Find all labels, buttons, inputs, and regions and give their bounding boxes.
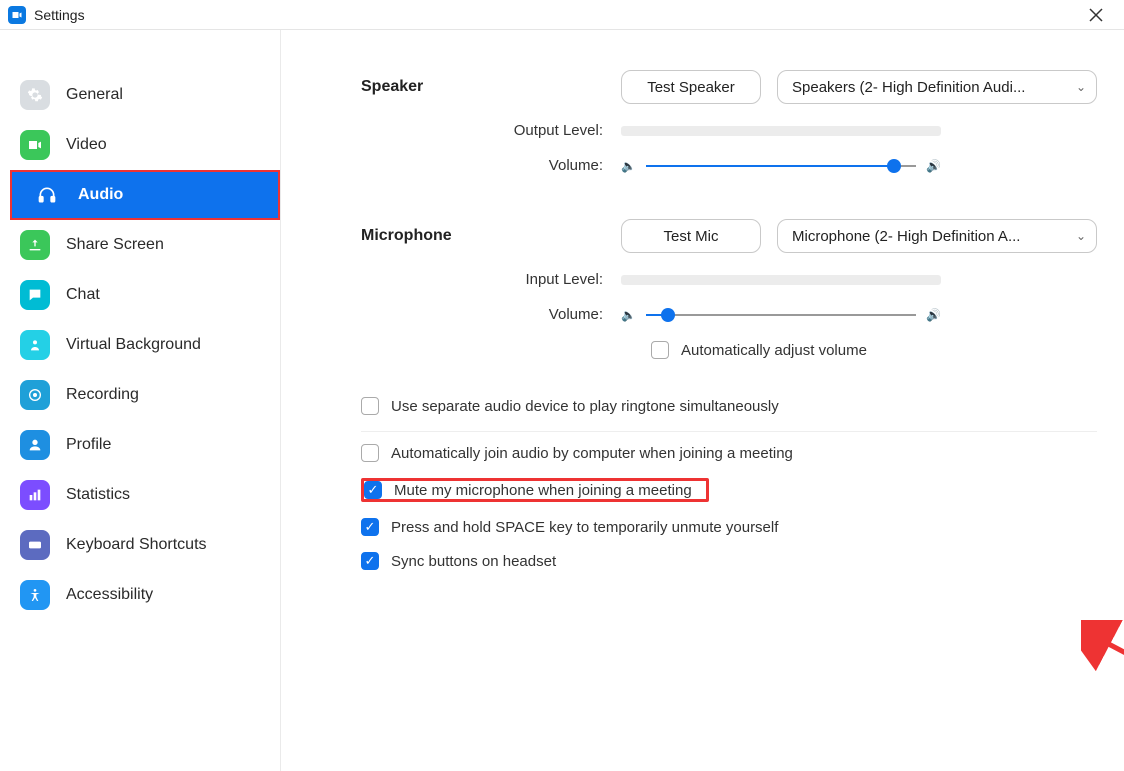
sidebar-item-video[interactable]: Video [0, 120, 280, 170]
test-mic-button[interactable]: Test Mic [621, 219, 761, 253]
sidebar-item-general[interactable]: General [0, 70, 280, 120]
input-level-label: Input Level: [361, 271, 621, 288]
window-title: Settings [34, 7, 85, 23]
volume-low-icon: 🔈 [621, 159, 636, 173]
sidebar-item-statistics[interactable]: Statistics [0, 470, 280, 520]
sidebar-item-label: Share Screen [66, 236, 164, 254]
titlebar: Settings [0, 0, 1124, 30]
auto-adjust-volume-label: Automatically adjust volume [681, 342, 867, 359]
volume-high-icon: 🔊 [926, 159, 941, 173]
headphones-icon [32, 180, 62, 210]
mic-volume-slider[interactable]: 🔈 🔊 [621, 308, 941, 322]
sidebar-item-label: Video [66, 136, 107, 154]
speaker-output-level [621, 126, 941, 136]
annotation-arrow [1081, 620, 1124, 750]
sidebar: General Video Audio Share Screen Chat [0, 30, 281, 771]
speaker-volume-label: Volume: [361, 157, 621, 174]
statistics-icon [20, 480, 50, 510]
sidebar-item-audio[interactable]: Audio [10, 170, 280, 220]
sidebar-item-label: Statistics [66, 486, 130, 504]
sidebar-item-share-screen[interactable]: Share Screen [0, 220, 280, 270]
volume-low-icon: 🔈 [621, 308, 636, 322]
microphone-device-select[interactable]: Microphone (2- High Definition A... ⌄ [777, 219, 1097, 253]
keyboard-icon [20, 530, 50, 560]
share-screen-icon [20, 230, 50, 260]
test-speaker-button[interactable]: Test Speaker [621, 70, 761, 104]
microphone-device-value: Microphone (2- High Definition A... [792, 228, 1020, 245]
speaker-volume-slider[interactable]: 🔈 🔊 [621, 159, 941, 173]
mute-on-join-label: Mute my microphone when joining a meetin… [394, 482, 692, 499]
sidebar-item-label: Recording [66, 386, 139, 404]
annotation-highlight: ✓ Mute my microphone when joining a meet… [361, 478, 709, 502]
chat-icon [20, 280, 50, 310]
sync-headset-checkbox[interactable]: ✓ [361, 552, 379, 570]
mic-volume-label: Volume: [361, 306, 621, 323]
microphone-heading: Microphone [361, 227, 621, 245]
speaker-device-value: Speakers (2- High Definition Audi... [792, 79, 1025, 96]
sidebar-item-label: Virtual Background [66, 336, 201, 354]
gear-icon [20, 80, 50, 110]
microphone-input-level [621, 275, 941, 285]
speaker-heading: Speaker [361, 78, 621, 96]
chevron-down-icon: ⌄ [1076, 80, 1086, 94]
volume-high-icon: 🔊 [926, 308, 941, 322]
space-unmute-label: Press and hold SPACE key to temporarily … [391, 519, 778, 536]
sidebar-item-label: Chat [66, 286, 100, 304]
video-icon [20, 130, 50, 160]
accessibility-icon [20, 580, 50, 610]
sidebar-item-recording[interactable]: Recording [0, 370, 280, 420]
sidebar-item-label: General [66, 86, 123, 104]
sidebar-item-profile[interactable]: Profile [0, 420, 280, 470]
recording-icon [20, 380, 50, 410]
separate-device-checkbox[interactable] [361, 397, 379, 415]
profile-icon [20, 430, 50, 460]
sidebar-item-chat[interactable]: Chat [0, 270, 280, 320]
mute-on-join-checkbox[interactable]: ✓ [364, 481, 382, 499]
virtual-background-icon [20, 330, 50, 360]
main-panel: Speaker Test Speaker Speakers (2- High D… [281, 30, 1124, 771]
auto-join-audio-label: Automatically join audio by computer whe… [391, 445, 793, 462]
auto-adjust-volume-checkbox[interactable] [651, 341, 669, 359]
auto-join-audio-checkbox[interactable] [361, 444, 379, 462]
separate-device-label: Use separate audio device to play ringto… [391, 398, 779, 415]
sync-headset-label: Sync buttons on headset [391, 553, 556, 570]
sidebar-item-label: Accessibility [66, 586, 153, 604]
sidebar-item-virtual-background[interactable]: Virtual Background [0, 320, 280, 370]
app-icon [8, 6, 26, 24]
sidebar-item-accessibility[interactable]: Accessibility [0, 570, 280, 620]
sidebar-item-label: Keyboard Shortcuts [66, 536, 207, 554]
sidebar-item-label: Profile [66, 436, 111, 454]
sidebar-item-keyboard-shortcuts[interactable]: Keyboard Shortcuts [0, 520, 280, 570]
chevron-down-icon: ⌄ [1076, 229, 1086, 243]
divider [361, 431, 1097, 432]
output-level-label: Output Level: [361, 122, 621, 139]
space-unmute-checkbox[interactable]: ✓ [361, 518, 379, 536]
sidebar-item-label: Audio [78, 186, 123, 204]
speaker-device-select[interactable]: Speakers (2- High Definition Audi... ⌄ [777, 70, 1097, 104]
close-button[interactable] [1076, 2, 1116, 28]
